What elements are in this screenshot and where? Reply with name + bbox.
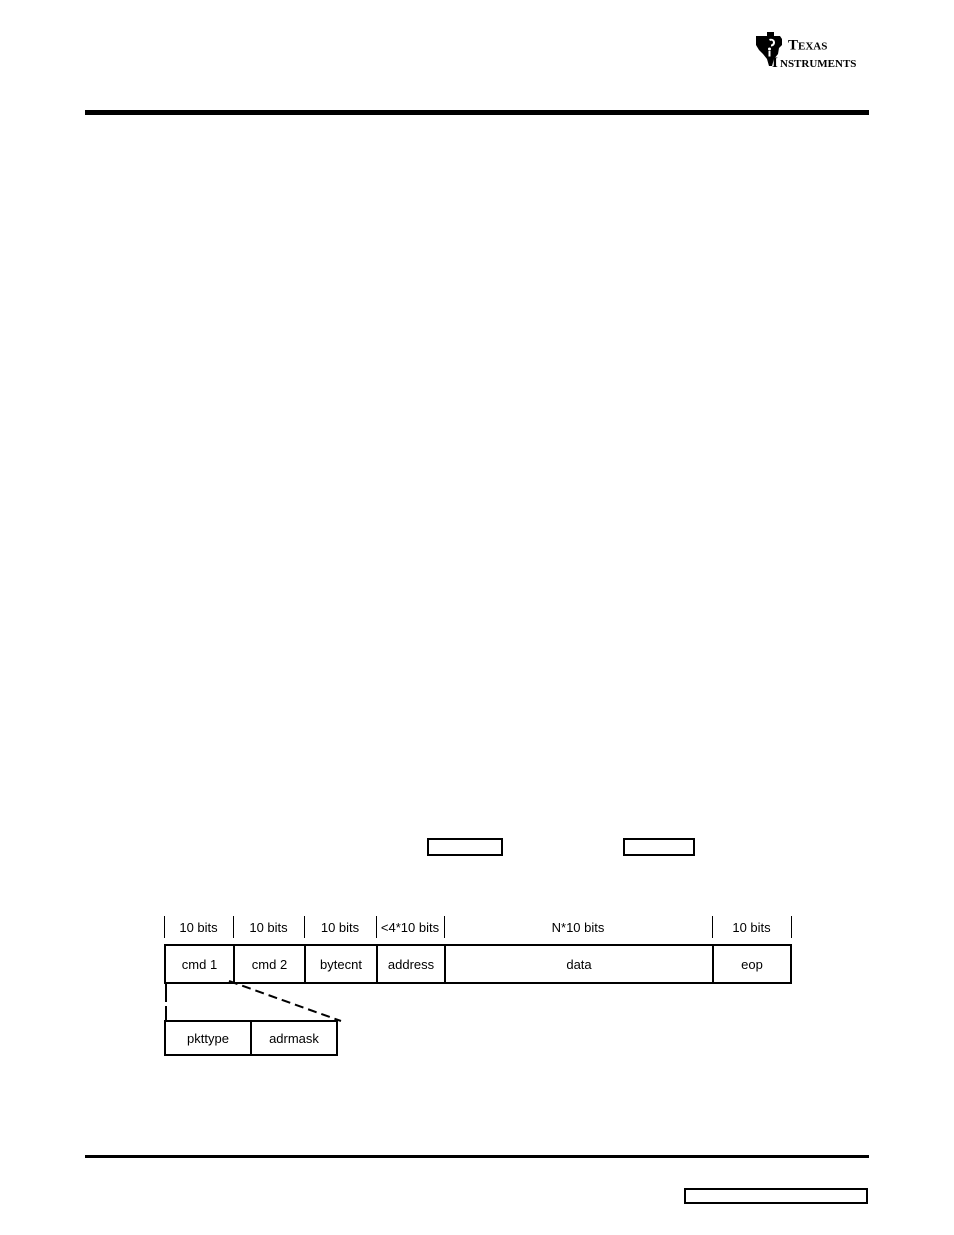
texas-instruments-logo-icon: T EXAS I NSTRUMENTS: [756, 32, 856, 71]
svg-text:T: T: [788, 38, 798, 54]
packet-field-eop: eop: [741, 956, 763, 972]
svg-text:NSTRUMENTS: NSTRUMENTS: [780, 58, 856, 70]
bit-width-label-cmd1: 10 bits: [179, 919, 218, 935]
svg-text:I: I: [772, 55, 778, 71]
caption-placeholder-box-left: [427, 838, 503, 856]
packet-field-cmd2: cmd 2: [251, 956, 288, 972]
bit-width-label-bytecnt: 10 bits: [320, 919, 360, 935]
packet-field-cmd1: cmd 1: [181, 956, 218, 972]
packet-field-address: address: [387, 956, 435, 972]
bit-tick-6: [791, 916, 792, 938]
bit-width-annotation-row: 10 bits 10 bits 10 bits <4*10 bits N*10 …: [164, 914, 792, 940]
svg-text:EXAS: EXAS: [798, 41, 827, 53]
bit-width-label-cmd2: 10 bits: [249, 919, 288, 935]
bit-width-label-address: <4*10 bits: [380, 919, 440, 935]
expansion-field-adrmask: adrmask: [269, 1030, 319, 1046]
expansion-field-pkttype: pkttype: [187, 1030, 229, 1046]
command-expansion-row: pkttype adrmask: [164, 1020, 338, 1056]
connector-line-left-upper: [165, 984, 167, 1002]
footer-placeholder-box: [684, 1188, 868, 1204]
header-divider-rule: [85, 110, 869, 115]
bit-width-label-data: N*10 bits: [551, 919, 605, 935]
packet-format-diagram: 10 bits 10 bits 10 bits <4*10 bits N*10 …: [164, 914, 792, 1066]
footer-divider-rule: [85, 1155, 869, 1158]
packet-field-data: data: [566, 956, 592, 972]
connector-line-diagonal: [228, 980, 342, 1022]
caption-placeholder-box-right: [623, 838, 695, 856]
document-page: T EXAS I NSTRUMENTS 10 bits 10 bits 10 b…: [0, 0, 954, 1235]
packet-field-bytecnt: bytecnt: [320, 956, 362, 972]
bit-width-label-eop: 10 bits: [732, 919, 771, 935]
